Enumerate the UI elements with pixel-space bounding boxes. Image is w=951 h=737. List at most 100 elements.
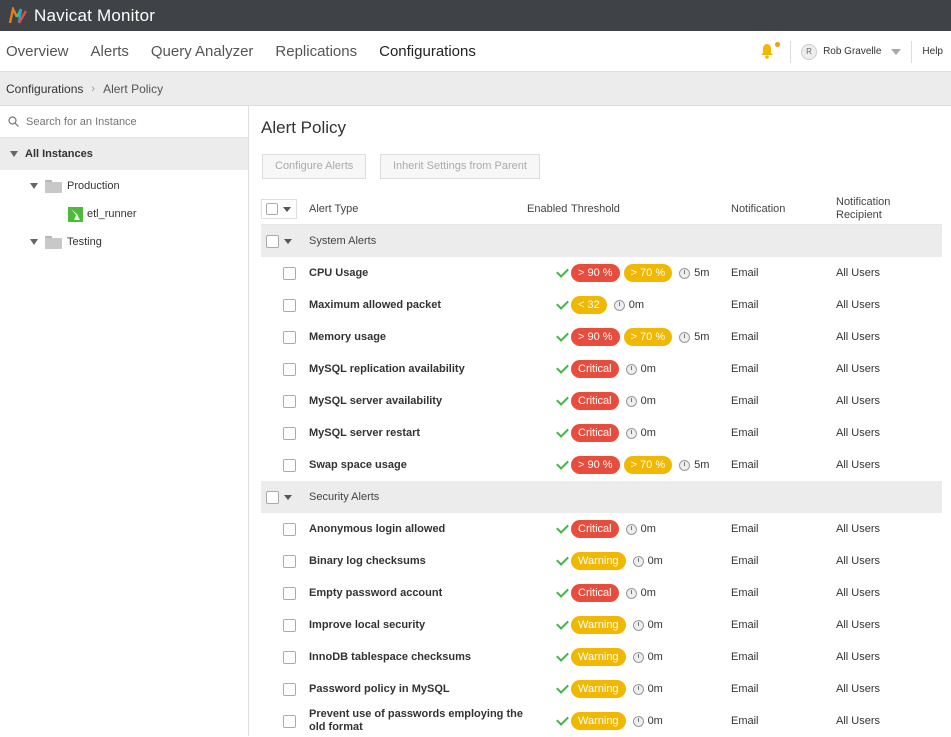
breadcrumb-configurations[interactable]: Configurations [6,82,83,96]
table-row[interactable]: Maximum allowed packet < 32 0m Email All Use… [261,289,942,321]
expand-triangle-icon[interactable] [30,183,38,189]
group-select-dropdown[interactable] [261,234,309,248]
alert-type[interactable]: MySQL server availability [309,395,527,408]
recipient: All Users [836,555,881,567]
duration: 5m [694,331,710,343]
expand-triangle-icon[interactable] [30,239,38,245]
row-checkbox[interactable] [283,650,296,664]
tree-item-all-instances[interactable]: All Instances [0,138,248,170]
table-row[interactable]: MySQL server restart Critical 0m Email All U… [261,417,942,449]
threshold-cell: Critical 0m [571,392,731,410]
row-checkbox[interactable] [283,330,296,344]
row-checkbox[interactable] [283,458,296,472]
row-checkbox[interactable] [283,714,296,728]
table-row[interactable]: Empty password account Critical 0m Email All… [261,577,942,609]
group-select-dropdown[interactable] [261,490,309,504]
table-row[interactable]: Swap space usage > 90 % > 70 % 5m Email All U… [261,449,942,481]
row-checkbox-cell [261,522,309,536]
tree-item-etl-runner[interactable]: etl_runner [0,200,248,228]
table-row[interactable]: InnoDB tablespace checksums Warning 0m Emai… [261,641,942,673]
clock-icon [632,651,644,663]
alert-type[interactable]: Memory usage [309,331,527,344]
group-row[interactable]: Security Alerts [261,481,942,513]
tree-item-testing[interactable]: Testing [0,228,248,256]
threshold-cell: Critical 0m [571,584,731,602]
row-checkbox[interactable] [283,298,296,312]
title-bar: Navicat Monitor [0,0,951,31]
caret-down-icon[interactable] [284,494,292,500]
select-all-dropdown[interactable] [261,199,297,219]
row-checkbox-cell [261,458,309,472]
avatar: R [801,43,818,60]
threshold-badge: Critical [571,392,619,410]
alert-type[interactable]: MySQL replication availability [309,363,527,376]
tab-configurations[interactable]: Configurations [368,31,487,72]
row-checkbox[interactable] [283,618,296,632]
tab-overview[interactable]: Overview [0,31,80,72]
row-checkbox-cell [261,554,309,568]
table-row[interactable]: Anonymous login allowed Critical 0m Email Al… [261,513,942,545]
alert-type[interactable]: Improve local security [309,619,527,632]
table-row[interactable]: Prevent use of passwords employing the o… [261,705,942,737]
enabled-check-icon [527,425,571,438]
threshold-cell: Critical 0m [571,360,731,378]
caret-down-icon[interactable] [284,238,292,244]
threshold-badge: Critical [571,520,619,538]
search-input[interactable] [26,115,226,128]
threshold-badge: Critical [571,584,619,602]
alert-type[interactable]: InnoDB tablespace checksums [309,651,527,664]
alert-type[interactable]: Anonymous login allowed [309,523,527,536]
row-checkbox[interactable] [283,522,296,536]
row-checkbox[interactable] [283,586,296,600]
alert-type[interactable]: CPU Usage [309,267,527,280]
row-checkbox-cell [261,714,309,728]
notification-dot [775,41,781,47]
row-checkbox[interactable] [283,682,296,696]
expand-triangle-icon[interactable] [10,151,18,157]
group-row[interactable]: System Alerts [261,225,942,257]
notification-bell-icon[interactable] [760,41,781,61]
configure-alerts-button[interactable]: Configure Alerts [262,154,367,179]
alert-type[interactable]: Swap space usage [309,459,527,472]
row-checkbox[interactable] [283,362,296,376]
table-row[interactable]: MySQL replication availability Critical 0m… [261,353,942,385]
threshold-cell: Warning 0m [571,616,731,634]
table-row[interactable]: Improve local security Warning 0m Email All … [261,609,942,641]
alert-type[interactable]: Empty password account [309,587,527,600]
table-row[interactable]: MySQL server availability Critical 0m Email… [261,385,942,417]
tree-label: etl_runner [87,208,137,220]
alert-type[interactable]: Maximum allowed packet [309,299,527,312]
clock-icon [632,683,644,695]
alert-type[interactable]: Password policy in MySQL [309,683,527,696]
select-all-checkbox[interactable] [266,203,278,215]
row-checkbox[interactable] [283,426,296,440]
table-row[interactable]: Password policy in MySQL Warning 0m Email Al… [261,673,942,705]
page-title: Alert Policy [261,118,347,137]
main-nav: Overview Alerts Query Analyzer Replicati… [0,31,951,72]
enabled-check-icon [527,713,571,726]
threshold-badge: Critical [571,424,619,442]
row-checkbox[interactable] [283,554,296,568]
group-checkbox[interactable] [266,490,279,504]
help-link[interactable]: Help [912,46,951,57]
table-row[interactable]: Binary log checksums Warning 0m Email All Us… [261,545,942,577]
row-checkbox[interactable] [283,266,296,280]
row-checkbox-cell [261,426,309,440]
user-menu[interactable]: R Rob Gravelle [791,43,911,60]
alert-type[interactable]: Binary log checksums [309,555,527,568]
group-checkbox[interactable] [266,234,279,248]
caret-down-icon[interactable] [283,206,291,212]
row-checkbox[interactable] [283,394,296,408]
user-name: Rob Gravelle [823,46,882,57]
alert-type[interactable]: MySQL server restart [309,427,527,440]
threshold-badge: Warning [571,712,626,730]
inherit-settings-button[interactable]: Inherit Settings from Parent [380,154,540,179]
alert-type[interactable]: Prevent use of passwords employing the o… [309,708,527,734]
tree-item-production[interactable]: Production [0,172,248,200]
tab-replications[interactable]: Replications [264,31,368,72]
tab-alerts[interactable]: Alerts [80,31,140,72]
table-row[interactable]: Memory usage > 90 % > 70 % 5m Email All Users [261,321,942,353]
duration: 0m [628,299,644,311]
tab-query-analyzer[interactable]: Query Analyzer [140,31,265,72]
table-row[interactable]: CPU Usage > 90 % > 70 % 5m Email All Users [261,257,942,289]
